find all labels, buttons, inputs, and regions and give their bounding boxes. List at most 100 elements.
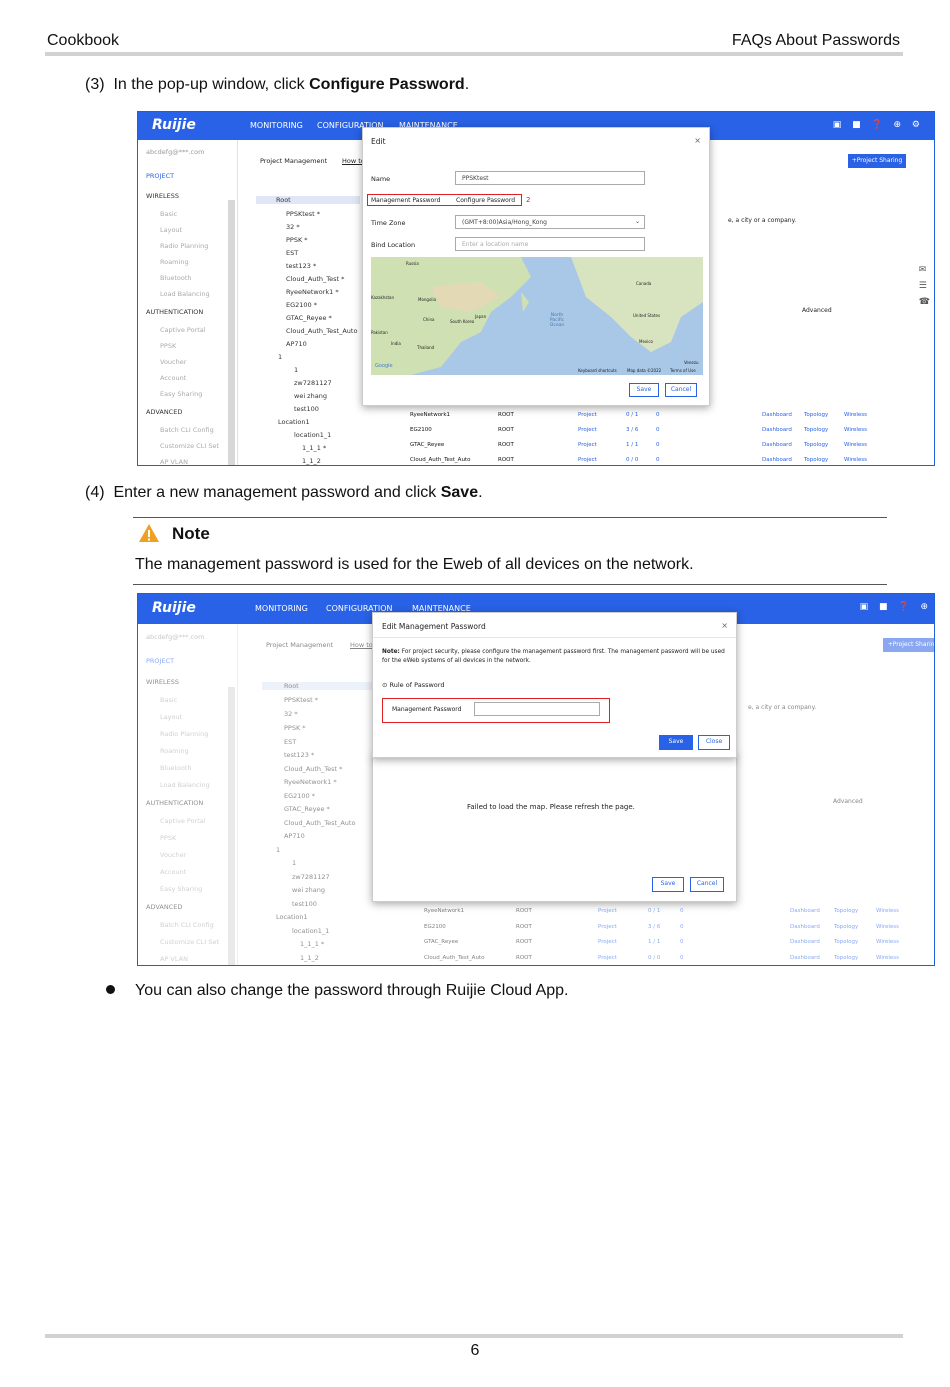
close-icon[interactable]: ×: [694, 136, 701, 145]
cell-parent: ROOT: [498, 442, 514, 448]
cancel-button[interactable]: Cancel: [665, 383, 697, 397]
sidebar-item-roaming[interactable]: Roaming: [160, 258, 189, 266]
tree-node[interactable]: AP710: [286, 340, 307, 348]
configure-password-link[interactable]: Configure Password: [456, 197, 515, 204]
save-button[interactable]: Save: [659, 735, 693, 750]
topology-link[interactable]: Topology: [804, 427, 828, 433]
dashboard-link[interactable]: Dashboard: [762, 427, 792, 433]
tree-root[interactable]: Root: [256, 196, 360, 204]
cell-n[interactable]: 0: [656, 457, 660, 463]
tree-node[interactable]: 1_1_2: [302, 457, 321, 465]
name-input[interactable]: PPSKtest: [455, 171, 645, 185]
nav-monitoring[interactable]: MONITORING: [250, 121, 303, 130]
account-selector[interactable]: abcdefg@***.com: [146, 148, 204, 156]
tree-node[interactable]: test123 *: [286, 262, 316, 270]
tree-node[interactable]: PPSK *: [286, 236, 308, 244]
tree-node[interactable]: 1: [294, 366, 298, 374]
map-label: Canada: [636, 281, 652, 286]
nav-monitoring[interactable]: MONITORING: [255, 604, 308, 613]
cell-name: Cloud_Auth_Test_Auto: [410, 457, 471, 463]
close-button[interactable]: Close: [698, 735, 730, 750]
project-sharing-button[interactable]: +Project Sharing: [848, 154, 906, 168]
map-label: China: [423, 317, 435, 322]
save-button[interactable]: Save: [652, 877, 684, 892]
tree-node[interactable]: test100: [294, 405, 319, 413]
tree-node[interactable]: RyeeNetwork1 *: [286, 288, 339, 296]
management-password-input[interactable]: [474, 702, 600, 716]
callout-marker: 2: [526, 196, 531, 204]
tree-node[interactable]: zw7281127: [294, 379, 332, 387]
sidebar-item-customize-cli[interactable]: Customize CLI Set: [160, 442, 219, 450]
side-action-icons[interactable]: ✉ ☰ ☎: [919, 262, 930, 310]
step-text: In the pop-up window, click: [113, 76, 310, 93]
dashboard-link[interactable]: Dashboard: [762, 457, 792, 463]
sidebar-item-easy-sharing[interactable]: Easy Sharing: [160, 390, 202, 398]
tree-node[interactable]: 32 *: [286, 223, 300, 231]
ruijie-logo: Ruijie: [152, 600, 196, 616]
sidebar-item-ap-vlan[interactable]: AP VLAN: [160, 458, 188, 465]
cell-n[interactable]: 0: [656, 412, 660, 418]
cell-type[interactable]: Project: [578, 442, 597, 448]
note-text: The management password is used for the …: [135, 556, 694, 573]
sidebar-wireless[interactable]: WIRELESS: [146, 192, 179, 200]
tree-node[interactable]: 1_1_1 *: [302, 444, 326, 452]
header-rule: [45, 52, 903, 56]
cell-n[interactable]: 0: [656, 442, 660, 448]
topology-link[interactable]: Topology: [804, 442, 828, 448]
cell-type[interactable]: Project: [578, 457, 597, 463]
step-4: (4) Enter a new management password and …: [85, 484, 483, 502]
toolbar-icons[interactable]: ▣ ■ ❓ ⊕: [860, 602, 932, 612]
sidebar-item-account[interactable]: Account: [160, 374, 186, 382]
tree-node[interactable]: 1: [278, 353, 282, 361]
sidebar-item-basic[interactable]: Basic: [160, 210, 177, 218]
tree-node[interactable]: wei zhang: [294, 392, 327, 400]
wireless-link[interactable]: Wireless: [844, 457, 867, 463]
sidebar-scrollbar[interactable]: [228, 200, 235, 465]
close-icon[interactable]: ×: [721, 621, 728, 630]
toolbar-icons[interactable]: ▣ ■ ❓ ⊕ ⚙: [833, 120, 924, 130]
dashboard-link[interactable]: Dashboard: [762, 442, 792, 448]
map-label: South Korea: [450, 319, 475, 324]
location-map[interactable]: Russia Mongolia China South Korea Japan …: [371, 257, 703, 375]
location-input[interactable]: Enter a location name: [455, 237, 645, 251]
sidebar-item-radio-planning[interactable]: Radio Planning: [160, 242, 208, 250]
warning-icon: [138, 523, 160, 548]
dashboard-link[interactable]: Dashboard: [762, 412, 792, 418]
sidebar-item-load-balancing[interactable]: Load Balancing: [160, 290, 210, 298]
topology-link[interactable]: Topology: [804, 457, 828, 463]
rule-of-password-link[interactable]: ⊙ Rule of Password: [382, 681, 444, 689]
bullet-dot: [106, 985, 115, 994]
tree-node[interactable]: EG2100 *: [286, 301, 317, 309]
tree-node[interactable]: Cloud_Auth_Test_Auto: [286, 327, 357, 335]
wireless-link[interactable]: Wireless: [844, 412, 867, 418]
tree-node[interactable]: EST: [286, 249, 298, 257]
topology-link[interactable]: Topology: [804, 412, 828, 418]
sidebar-item-voucher[interactable]: Voucher: [160, 358, 186, 366]
sidebar-item-bluetooth[interactable]: Bluetooth: [160, 274, 192, 282]
cell-count: 0 / 1: [626, 412, 639, 418]
keyboard-shortcuts-link[interactable]: Keyboard shortcuts: [578, 368, 617, 373]
sidebar-item-batch-cli[interactable]: Batch CLI Config: [160, 426, 214, 434]
tree-node[interactable]: PPSKtest *: [286, 210, 320, 218]
tree-node[interactable]: Location1: [278, 418, 310, 426]
wireless-link[interactable]: Wireless: [844, 427, 867, 433]
wireless-link[interactable]: Wireless: [844, 442, 867, 448]
sidebar-item-ppsk[interactable]: PPSK: [160, 342, 176, 350]
cell-n[interactable]: 0: [656, 427, 660, 433]
sidebar-item-captive-portal[interactable]: Captive Portal: [160, 326, 206, 334]
save-button[interactable]: Save: [629, 383, 659, 397]
cancel-button[interactable]: Cancel: [690, 877, 724, 892]
sidebar-advanced[interactable]: ADVANCED: [146, 408, 182, 416]
cell-type[interactable]: Project: [578, 412, 597, 418]
sidebar-item-layout[interactable]: Layout: [160, 226, 182, 234]
step-3: (3) In the pop-up window, click Configur…: [85, 76, 469, 94]
time-zone-select[interactable]: (GMT+8:00)Asia/Hong_Kong ⌄: [455, 215, 645, 229]
tree-node[interactable]: Cloud_Auth_Test *: [286, 275, 344, 283]
tree-node[interactable]: GTAC_Reyee *: [286, 314, 332, 322]
edit-management-password-modal: Edit Management Password × Note: For pro…: [372, 612, 737, 758]
cell-type[interactable]: Project: [578, 427, 597, 433]
sidebar-project[interactable]: PROJECT: [146, 172, 174, 180]
sidebar-authentication[interactable]: AUTHENTICATION: [146, 308, 203, 316]
tree-node[interactable]: location1_1: [294, 431, 331, 439]
terms-of-use-link[interactable]: Terms of Use: [670, 368, 696, 373]
